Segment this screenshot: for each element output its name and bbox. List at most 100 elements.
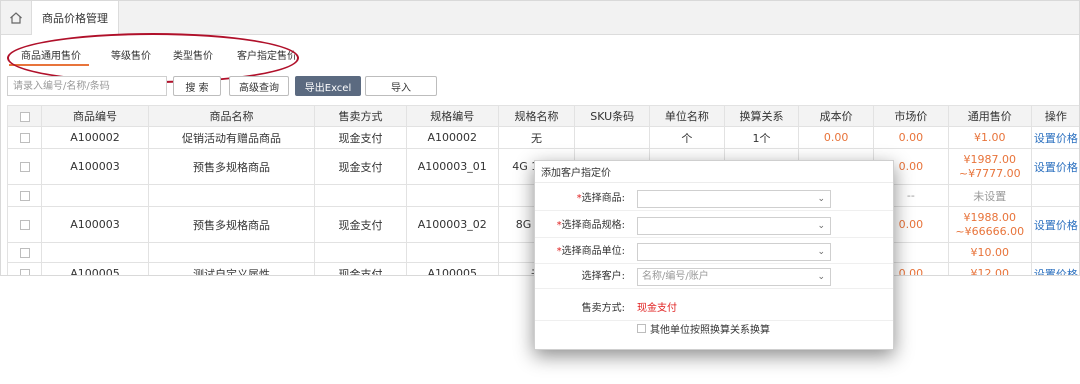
customer-select[interactable]: 名称/编号/账户 ⌄ — [637, 268, 831, 286]
table-row[interactable]: A100002 促销活动有赠品商品 现金支付 A100002 无 个 1个 0.… — [6, 126, 1079, 149]
tab-level-price[interactable]: 等级售价 — [111, 47, 151, 62]
add-customer-price-dialog: 添加客户指定价 *选择商品: ⌄ *选择商品规格: ⌄ *选择商品单位: ⌄ 选… — [534, 160, 894, 350]
tab-type-price[interactable]: 类型售价 — [173, 47, 213, 62]
cell-sale-method: 现金支付 — [314, 126, 407, 149]
cell-spec-code: A100002 — [405, 126, 499, 149]
column-header: 换算关系 — [723, 105, 800, 127]
unit-select[interactable]: ⌄ — [637, 243, 831, 261]
column-header: 操作 — [1030, 105, 1079, 127]
select-all-checkbox[interactable] — [19, 111, 30, 122]
form-row-unit: *选择商品单位: ⌄ — [535, 240, 893, 264]
product-label: *选择商品: — [576, 193, 625, 204]
row-checkbox[interactable] — [19, 220, 30, 230]
cell-cost: 0.00 — [798, 126, 874, 149]
customer-placeholder: 名称/编号/账户 — [642, 271, 709, 282]
column-header: 单位名称 — [649, 105, 725, 127]
cell-spec-code: A100003_02 — [405, 206, 499, 243]
cell-ratio: 1个 — [723, 126, 800, 149]
cell-code: A100005 — [41, 262, 149, 275]
search-button[interactable]: 搜 索 — [173, 76, 221, 96]
sub-tabs: 商品通用售价 等级售价 类型售价 客户指定售价 — [1, 41, 1079, 67]
cell-general-price: ¥1988.00 ~¥66666.00 — [947, 206, 1032, 243]
cell-name: 预售多规格商品 — [147, 148, 316, 185]
column-header: 通用售价 — [947, 105, 1032, 127]
set-price-link[interactable]: 设置价格 — [1030, 206, 1079, 243]
other-units-checkbox[interactable] — [637, 324, 646, 333]
import-button[interactable]: 导入 — [365, 76, 437, 96]
cell-op — [1030, 242, 1079, 263]
cell-general-price: 未设置 — [947, 184, 1032, 207]
product-select[interactable]: ⌄ — [637, 190, 831, 208]
dialog-title: 添加客户指定价 — [535, 161, 893, 183]
cell-spec-code — [405, 242, 499, 263]
cell-market: 0.00 — [873, 126, 949, 149]
cell-sale-method: 现金支付 — [314, 148, 407, 185]
chevron-down-icon: ⌄ — [817, 247, 825, 257]
customer-label: 选择客户: — [581, 271, 625, 282]
cell-code: A100003 — [41, 206, 149, 243]
cell-name: 预售多规格商品 — [147, 206, 316, 243]
set-price-link[interactable]: 设置价格 — [1030, 126, 1079, 149]
cell-spec-code: A100003_01 — [405, 148, 499, 185]
cell-sale-method: 现金支付 — [314, 262, 407, 275]
form-row-customer: 选择客户: 名称/编号/账户 ⌄ — [535, 265, 893, 289]
cell-general-price: ¥12.00 — [947, 262, 1032, 275]
column-header: 市场价 — [873, 105, 949, 127]
form-row-spec: *选择商品规格: ⌄ — [535, 214, 893, 238]
cell-code — [41, 184, 149, 207]
cell-code — [41, 242, 149, 263]
cell-code: A100003 — [41, 148, 149, 185]
cell-sale-method — [314, 242, 407, 263]
cell-code: A100002 — [41, 126, 149, 149]
page-tab-price-management[interactable]: 商品价格管理 — [31, 1, 119, 35]
toolbar: 搜 索 高级查询 导出Excel 导入 — [1, 74, 1079, 98]
export-excel-button[interactable]: 导出Excel — [295, 76, 361, 96]
spec-select[interactable]: ⌄ — [637, 217, 831, 235]
column-header: 规格编号 — [405, 105, 499, 127]
top-bar: 商品价格管理 — [1, 1, 1079, 35]
cell-spec-code: A100005 — [405, 262, 499, 275]
cell-sale-method: 现金支付 — [314, 206, 407, 243]
cell-sku — [574, 126, 651, 149]
price-min: ¥1987.00 — [963, 152, 1017, 166]
column-header: 规格名称 — [497, 105, 576, 127]
other-units-label: 其他单位按照换算关系换算 — [650, 325, 770, 336]
advanced-search-button[interactable]: 高级查询 — [229, 76, 289, 96]
row-checkbox[interactable] — [19, 248, 30, 258]
other-units-checkbox-row[interactable]: 其他单位按照换算关系换算 — [637, 321, 770, 336]
home-icon — [10, 12, 22, 24]
row-checkbox[interactable] — [19, 133, 30, 143]
cell-name: 促销活动有赠品商品 — [147, 126, 316, 149]
price-min: ¥1988.00 — [963, 210, 1017, 224]
cell-name — [147, 184, 316, 207]
tab-general-price[interactable]: 商品通用售价 — [21, 47, 81, 62]
row-checkbox[interactable] — [19, 191, 30, 201]
search-input[interactable] — [7, 76, 167, 96]
spec-label: *选择商品规格: — [556, 220, 625, 231]
cell-name: 测试自定义属性 — [147, 262, 316, 275]
cell-general-price: ¥1987.00 ~¥7777.00 — [947, 148, 1032, 185]
row-checkbox[interactable] — [19, 269, 30, 275]
set-price-link[interactable]: 设置价格 — [1030, 148, 1079, 185]
price-max: ~¥66666.00 — [955, 224, 1025, 238]
chevron-down-icon: ⌄ — [817, 272, 825, 282]
chevron-down-icon: ⌄ — [817, 194, 825, 204]
column-header: SKU条码 — [574, 105, 651, 127]
cell-sale-method — [314, 184, 407, 207]
cell-general-price: ¥10.00 — [947, 242, 1032, 263]
tab-customer-price[interactable]: 客户指定售价 — [237, 47, 297, 62]
active-tab-indicator — [9, 64, 89, 66]
table-header-row: 商品编号 商品名称 售卖方式 规格编号 规格名称 SKU条码 单位名称 换算关系… — [6, 105, 1079, 127]
cell-general-price: ¥1.00 — [947, 126, 1032, 149]
header-select-all[interactable] — [6, 105, 43, 127]
home-button[interactable] — [1, 1, 31, 35]
cell-op — [1030, 184, 1079, 207]
column-header: 售卖方式 — [314, 105, 407, 127]
column-header: 商品名称 — [147, 105, 316, 127]
set-price-link[interactable]: 设置价格 — [1030, 262, 1079, 275]
cell-spec-name: 无 — [497, 126, 576, 149]
form-row-product: *选择商品: ⌄ — [535, 187, 893, 211]
form-row-other-units: 其他单位按照换算关系换算 — [535, 317, 893, 341]
row-checkbox[interactable] — [19, 162, 30, 172]
chevron-down-icon: ⌄ — [817, 221, 825, 231]
